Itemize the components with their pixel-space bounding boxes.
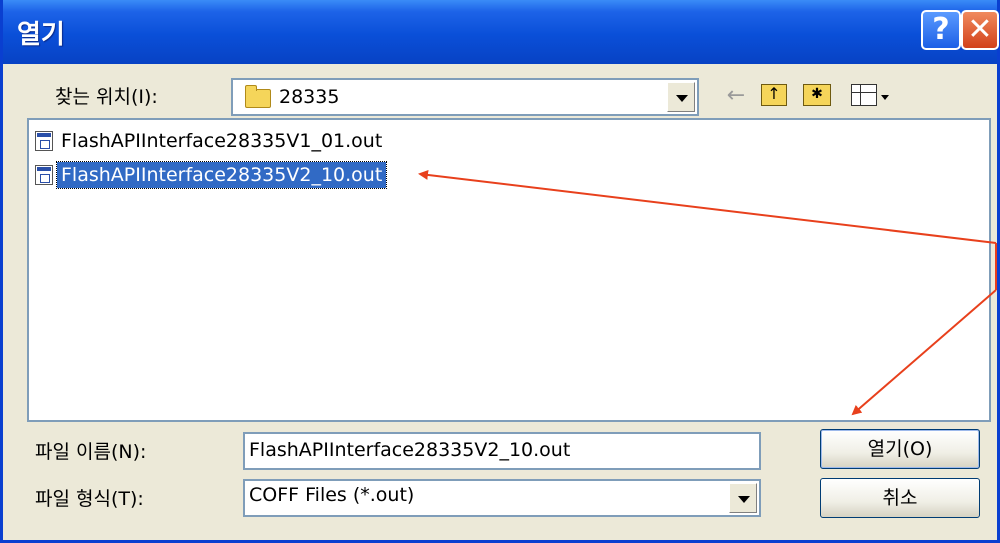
- file-name: FlashAPIInterface28335V1_01.out: [61, 130, 383, 152]
- cancel-button[interactable]: 취소: [820, 478, 980, 518]
- close-button[interactable]: ✕: [961, 10, 999, 50]
- file-icon: [35, 131, 53, 151]
- up-folder-icon[interactable]: ↑: [761, 84, 787, 106]
- view-menu-chevron-icon[interactable]: [881, 95, 889, 100]
- back-arrow-icon[interactable]: ←: [721, 82, 751, 110]
- file-name-label: 파일 이름(N):: [35, 441, 147, 463]
- look-in-label: 찾는 위치(I):: [55, 86, 158, 108]
- file-type-label: 파일 형식(T):: [35, 488, 144, 510]
- look-in-dropdown[interactable]: 28335: [231, 78, 699, 116]
- file-name-field[interactable]: FlashAPIInterface28335V2_10.out: [243, 432, 761, 470]
- open-file-dialog: 열기 ? ✕ 찾는 위치(I): 28335 ← ↑ ✱ FlashAPIInt…: [0, 0, 1000, 543]
- file-icon: [35, 165, 53, 185]
- list-item-selected[interactable]: FlashAPIInterface28335V2_10.out: [35, 161, 388, 189]
- chevron-down-icon[interactable]: [729, 483, 757, 513]
- title-bar[interactable]: 열기 ? ✕: [3, 0, 999, 64]
- view-menu-icon[interactable]: [851, 84, 877, 106]
- look-in-value: 28335: [279, 86, 340, 108]
- chevron-down-icon[interactable]: [667, 82, 695, 112]
- list-item[interactable]: FlashAPIInterface28335V1_01.out: [35, 127, 386, 155]
- help-button[interactable]: ?: [921, 10, 961, 50]
- file-list[interactable]: FlashAPIInterface28335V1_01.out FlashAPI…: [27, 118, 991, 422]
- file-type-dropdown[interactable]: COFF Files (*.out): [243, 479, 761, 517]
- new-folder-icon[interactable]: ✱: [803, 84, 831, 106]
- folder-icon: [245, 85, 271, 108]
- window-title: 열기: [17, 20, 65, 50]
- file-type-value: COFF Files (*.out): [249, 484, 415, 506]
- file-name: FlashAPIInterface28335V2_10.out: [55, 161, 388, 189]
- open-button[interactable]: 열기(O): [820, 429, 980, 469]
